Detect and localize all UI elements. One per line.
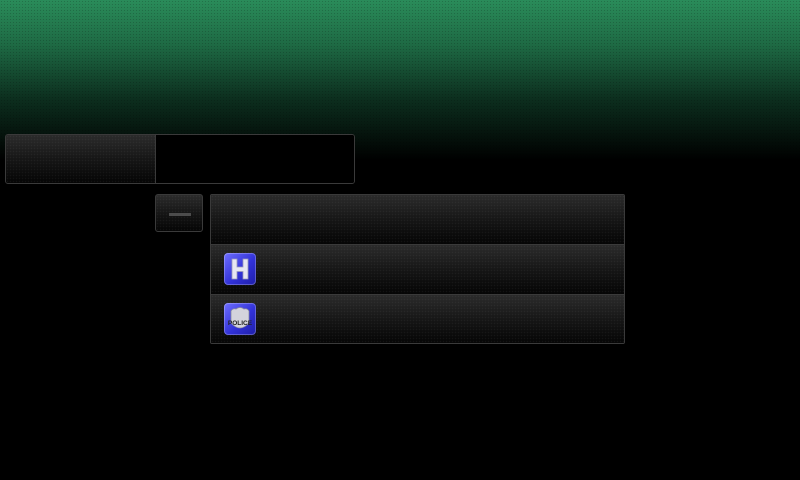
- hospital-icon: [224, 253, 256, 285]
- police-badge-icon: POLICE: [224, 303, 256, 335]
- collapse-button[interactable]: [155, 194, 203, 232]
- top-panel-value-cell[interactable]: [156, 135, 354, 183]
- top-panel: [5, 134, 355, 184]
- top-panel-label-cell: [6, 135, 156, 183]
- list-item[interactable]: [211, 195, 624, 245]
- list-item-hospital[interactable]: [211, 245, 624, 295]
- list-item-police[interactable]: POLICE: [211, 295, 624, 343]
- poi-list: POLICE: [210, 194, 625, 344]
- police-badge-text: POLICE: [228, 320, 253, 327]
- minus-icon: [169, 213, 191, 216]
